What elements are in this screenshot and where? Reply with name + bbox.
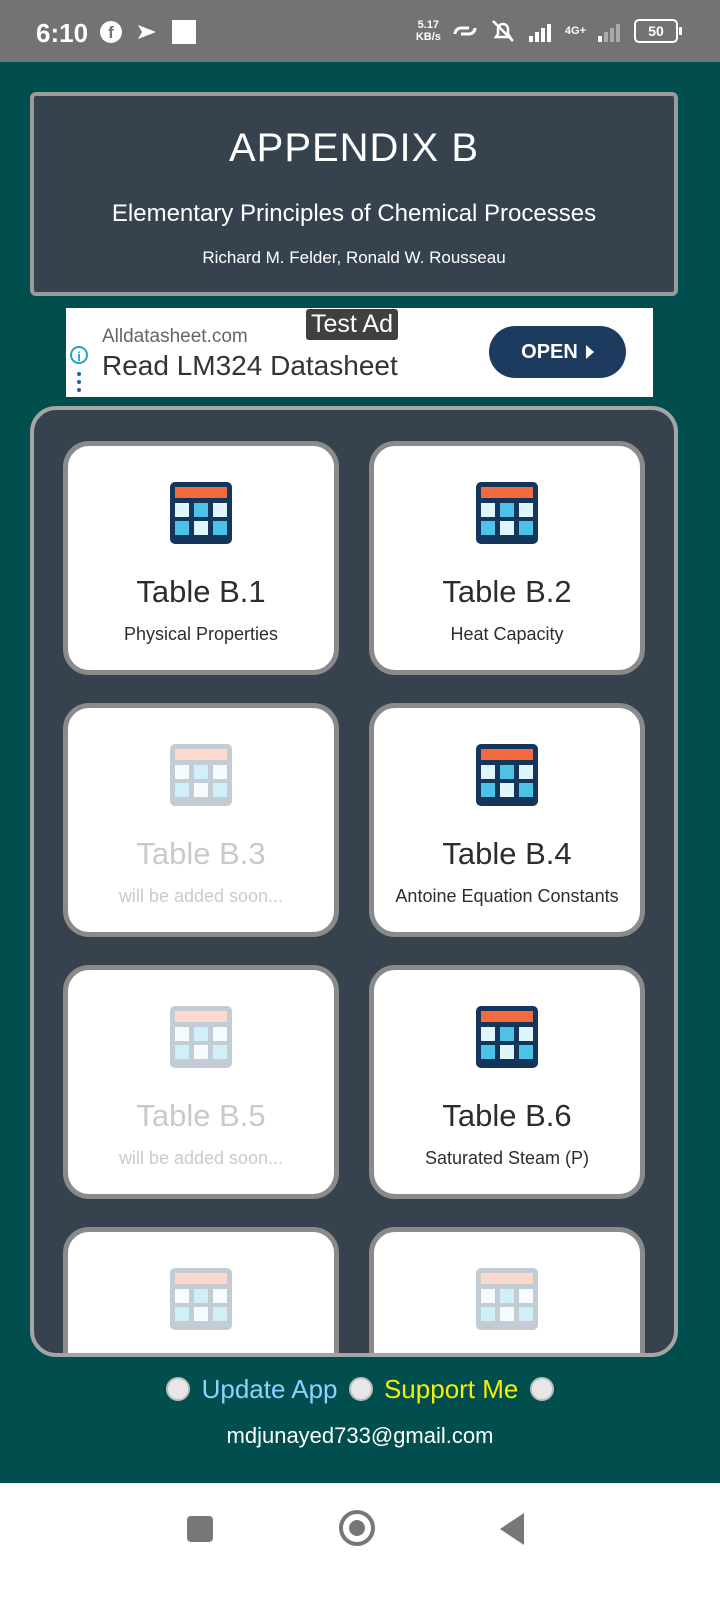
support-me-link[interactable]: Support Me (384, 1374, 518, 1404)
back-button[interactable] (500, 1513, 524, 1545)
book-title: Elementary Principles of Chemical Proces… (111, 200, 597, 227)
recents-button[interactable] (187, 1516, 213, 1542)
system-nav-bar (0, 1483, 720, 1600)
status-bar: 6:10 f 5.17 KB/s 4G+ 50 (0, 0, 720, 62)
table-card-description: will be added soon... (118, 886, 284, 906)
ad-open-button[interactable]: OPEN (489, 326, 626, 378)
bullet-icon (166, 1377, 191, 1401)
table-card-title: Table B.4 (442, 836, 572, 871)
test-ad-badge: Test Ad (306, 309, 398, 340)
table-icon (476, 482, 538, 544)
header-card: APPENDIX B Elementary Principles of Chem… (30, 92, 678, 296)
page-title: APPENDIX B (228, 126, 480, 170)
table-icon (170, 1006, 232, 1068)
table-card-title: Table B.6 (442, 1098, 572, 1133)
footer-links: Update App Support Me (0, 1374, 720, 1405)
table-card[interactable]: Table B.3 will be added soon... (63, 703, 339, 937)
home-button[interactable] (339, 1510, 375, 1546)
table-card-description: Antoine Equation Constants (395, 886, 619, 906)
book-authors: Richard M. Felder, Ronald W. Rousseau (202, 248, 506, 267)
table-card-description: Saturated Steam (P) (424, 1148, 590, 1168)
net-speed: 5.17 KB/s (416, 19, 441, 43)
network-type: 4G+ (564, 25, 586, 37)
bullet-icon (348, 1377, 373, 1401)
status-time: 6:10 (36, 18, 89, 48)
table-icon (476, 1268, 538, 1330)
table-card-description: Heat Capacity (450, 624, 564, 644)
signal-weak-icon (598, 24, 620, 42)
table-card[interactable]: Table B.6 Saturated Steam (P) (369, 965, 645, 1199)
table-card[interactable]: Table B.4 Antoine Equation Constants (369, 703, 645, 937)
ad-banner[interactable]: i Alldatasheet.com Read LM324 Datasheet … (66, 308, 653, 397)
send-icon (138, 25, 156, 39)
bell-off-icon (492, 20, 514, 42)
table-card[interactable] (63, 1227, 339, 1353)
table-card[interactable]: Table B.5 will be added soon... (63, 965, 339, 1199)
system-icons: 5.17 KB/s 4G+ 50 (416, 18, 682, 44)
table-card-description: Physical Properties (123, 624, 279, 644)
table-icon (170, 482, 232, 544)
table-card-title: Table B.3 (136, 836, 266, 871)
table-card-title: Table B.2 (442, 574, 572, 609)
signal-icon (528, 24, 551, 42)
table-card-title: Table B.1 (136, 574, 266, 609)
facebook-icon: f (100, 21, 122, 43)
table-card[interactable]: Table B.1 Physical Properties (63, 441, 339, 675)
table-card[interactable]: Table B.2 Heat Capacity (369, 441, 645, 675)
contact-email[interactable]: mdjunayed733@gmail.com (0, 1423, 720, 1449)
update-app-link[interactable]: Update App (202, 1374, 338, 1404)
ad-source: Alldatasheet.com (102, 326, 248, 347)
table-icon (476, 744, 538, 806)
play-arrow-icon (585, 345, 594, 359)
net-speed-value: 5.17 (417, 19, 440, 31)
info-icon[interactable]: i (70, 346, 88, 364)
battery-icon: 50 (634, 19, 682, 43)
bullet-icon (529, 1377, 554, 1401)
table-card[interactable] (369, 1227, 645, 1353)
table-icon (170, 744, 232, 806)
ad-headline[interactable]: Read LM324 Datasheet (102, 350, 398, 382)
notification-square-icon (172, 20, 196, 44)
table-card-title: Table B.5 (136, 1098, 266, 1133)
hotspot-link-icon (453, 26, 477, 36)
table-card-description: will be added soon... (118, 1148, 284, 1168)
net-speed-unit: KB/s (415, 31, 441, 43)
ad-open-label: OPEN (521, 340, 578, 363)
more-options-icon[interactable] (77, 372, 81, 396)
table-icon (170, 1268, 232, 1330)
tables-panel[interactable]: Table B.1 Physical Properties Table B.2 Hea… (30, 406, 678, 1357)
table-icon (476, 1006, 538, 1068)
notification-icons: f (100, 20, 196, 44)
